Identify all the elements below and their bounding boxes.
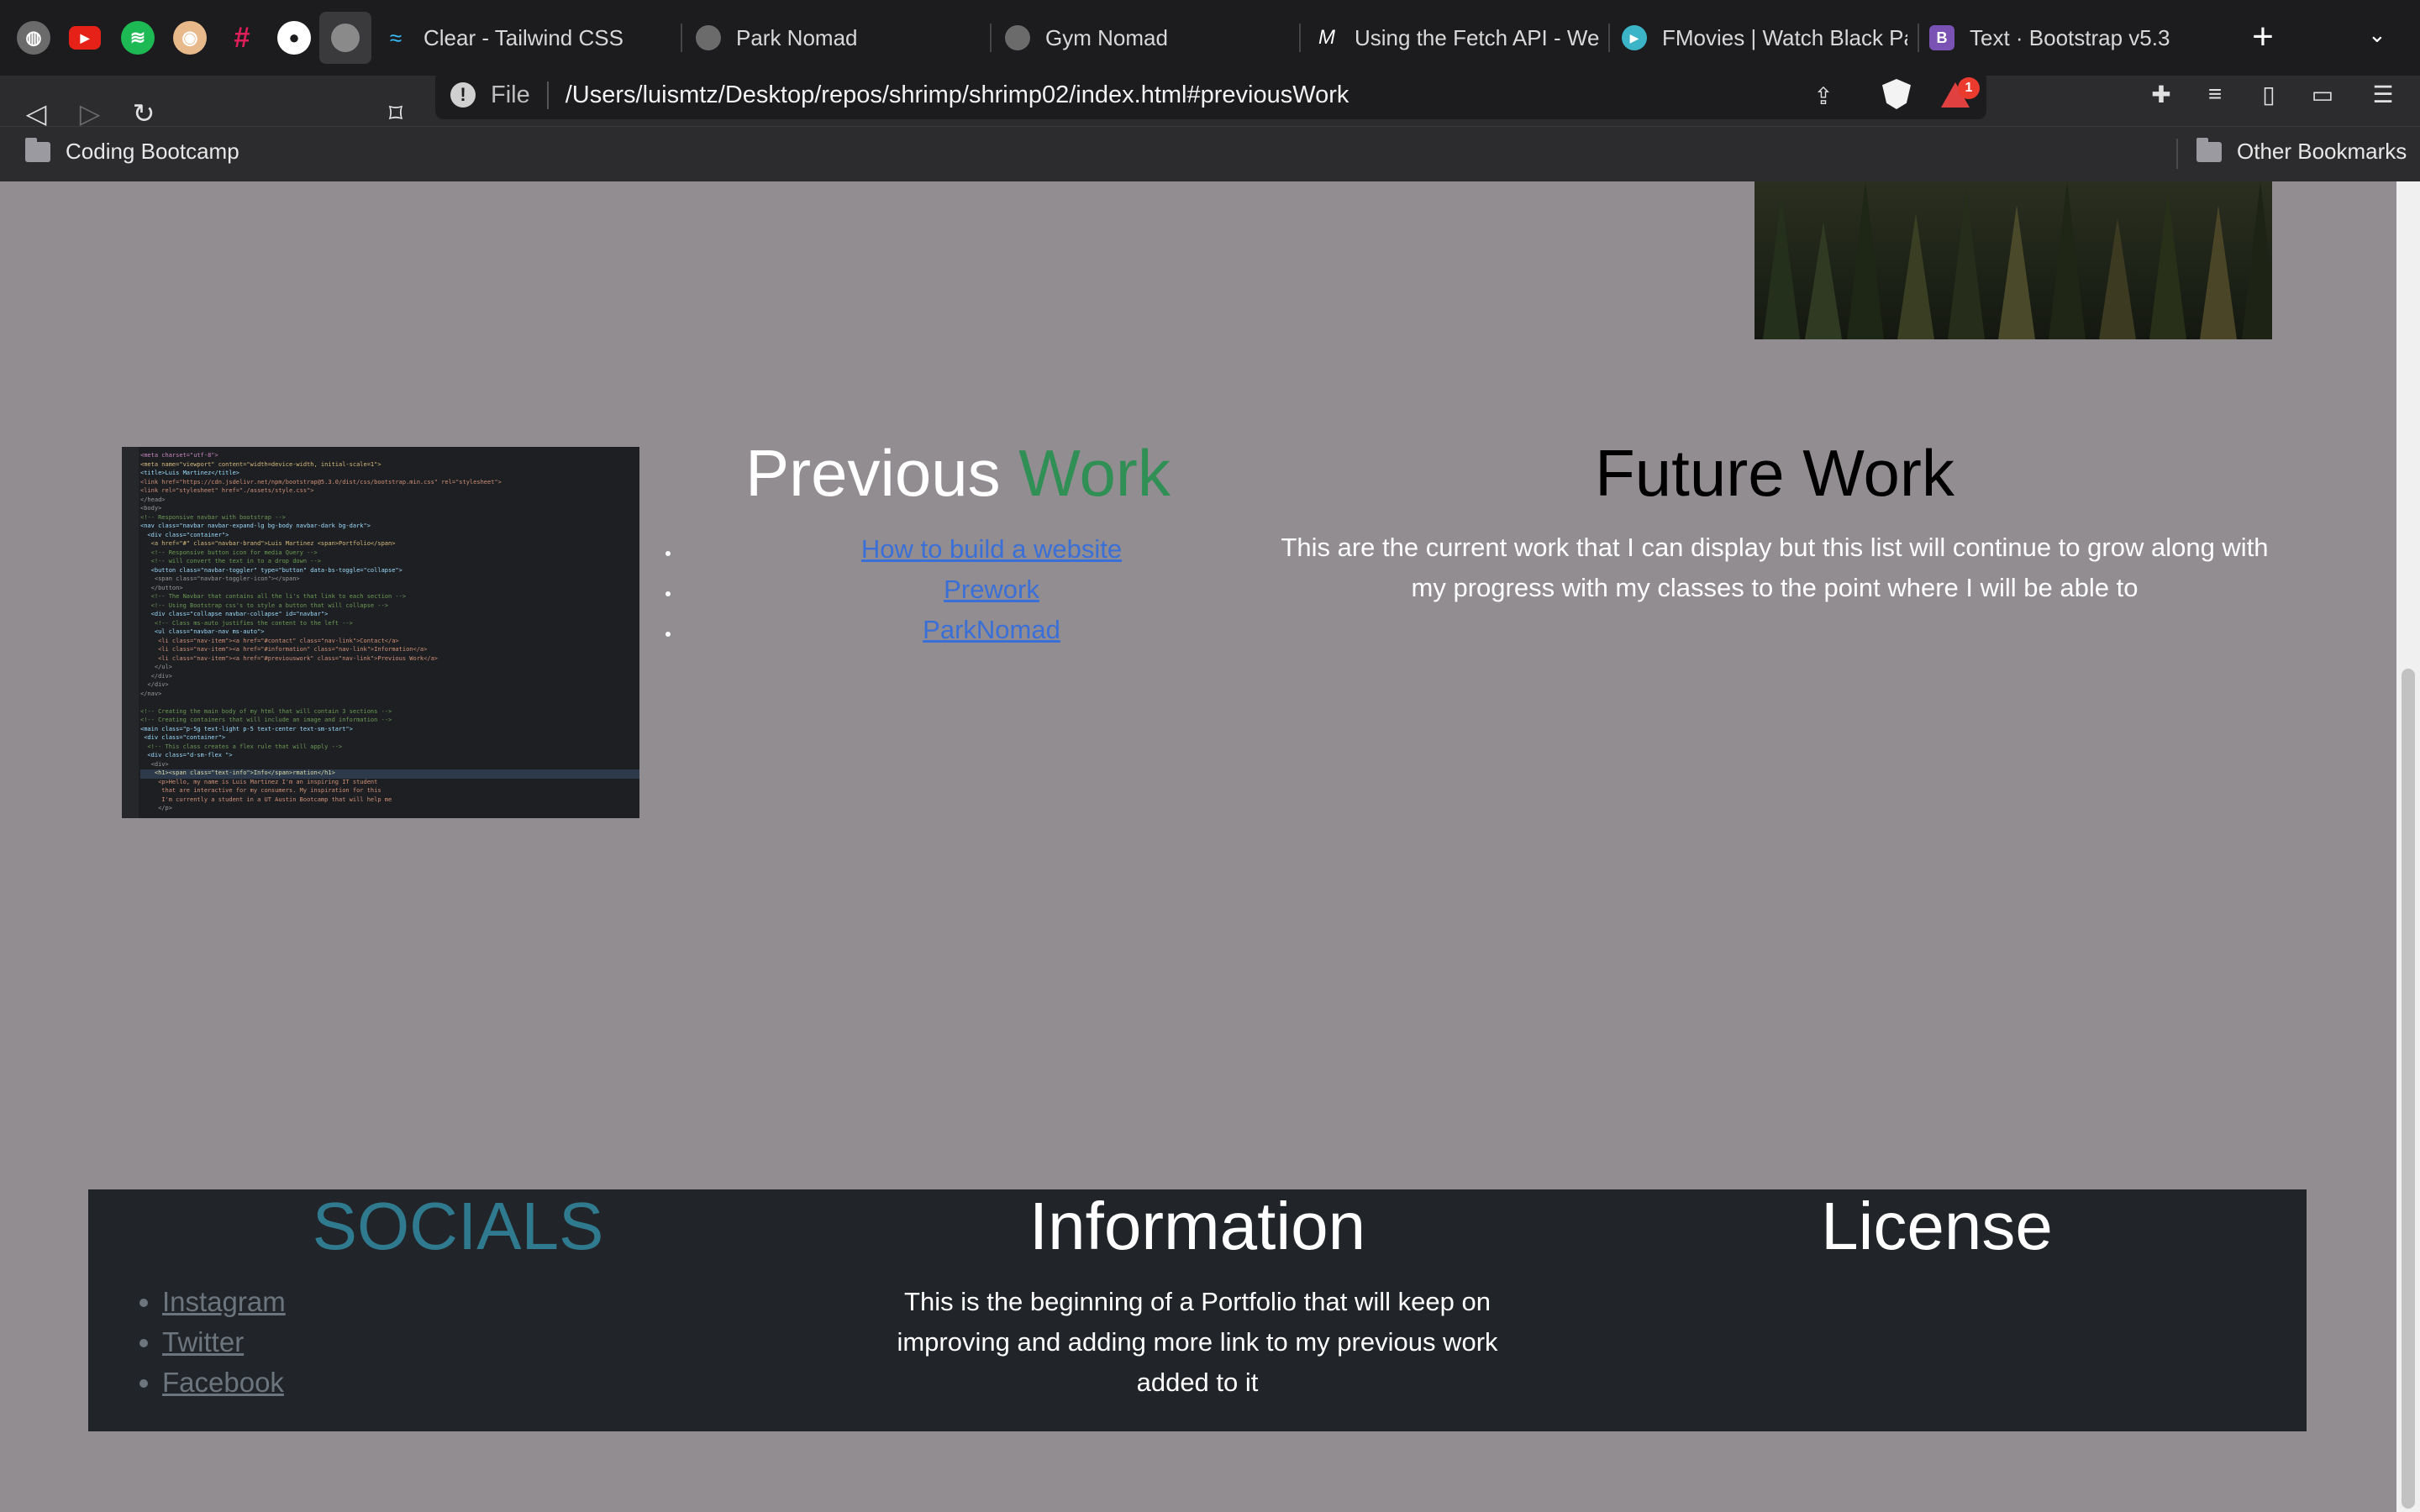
forest-image	[1754, 181, 2272, 339]
url-scheme: File	[491, 81, 549, 109]
folder-icon	[2196, 137, 2222, 162]
url-text[interactable]: /Users/luismtz/Desktop/repos/shrimp/shri…	[566, 81, 1349, 109]
tab-bootstrap[interactable]: B Text · Bootstrap v5.3	[1929, 10, 2215, 66]
globe-icon	[696, 25, 721, 50]
scrollbar-thumb[interactable]	[2402, 669, 2415, 1509]
future-work-heading: Future Work	[1595, 436, 1954, 510]
future-work-text: This are the current work that I can dis…	[1281, 533, 2269, 602]
address-bar[interactable]: ! File /Users/luismtz/Desktop/repos/shri…	[435, 71, 1986, 119]
information-heading: Information	[1028, 1189, 1366, 1263]
code-screenshot-image: <meta charset="utf-8"> <meta name="viewp…	[122, 447, 639, 818]
tab-bar: ◍ ▶ ≋ ◉ # ● ≈ Clear - Tailwind CSS Park …	[0, 0, 2420, 76]
slack-icon[interactable]: #	[225, 21, 259, 55]
link-facebook[interactable]: Facebook	[162, 1367, 284, 1398]
tab-divider	[1299, 24, 1301, 52]
globe-icon[interactable]	[319, 12, 371, 64]
tab-divider	[681, 24, 682, 52]
new-tab-button[interactable]: +	[2242, 17, 2284, 59]
youtube-icon[interactable]: ▶	[69, 26, 101, 50]
bootstrap-icon: B	[1929, 25, 1954, 50]
bookmarks-bar: Coding Bootcamp Other Bookmarks	[0, 126, 2420, 181]
chevron-down-icon[interactable]: ⌄	[2368, 22, 2386, 48]
tab-fmovies[interactable]: ▶ FMovies | Watch Black Par	[1622, 10, 1907, 66]
link-parknomad[interactable]: ParkNomad	[923, 615, 1060, 644]
folder-icon	[25, 137, 50, 162]
bookmark-folder-other[interactable]: Other Bookmarks	[2196, 137, 2407, 165]
tab-divider	[990, 24, 992, 52]
link-how-to-build-website[interactable]: How to build a website	[861, 534, 1122, 564]
mdn-icon: M	[1318, 26, 1335, 49]
list-item: Prework	[681, 570, 1302, 610]
sidebar-icon[interactable]: ▯	[2252, 77, 2286, 111]
globe-icon	[1005, 25, 1030, 50]
bookmark-folder-coding-bootcamp[interactable]: Coding Bootcamp	[25, 137, 239, 165]
link-instagram[interactable]: Instagram	[162, 1286, 286, 1317]
play-icon: ▶	[1622, 25, 1647, 50]
tab-gym-nomad[interactable]: Gym Nomad	[1005, 10, 1291, 66]
list-item: Instagram	[162, 1282, 286, 1322]
share-icon[interactable]: ⇪	[1807, 79, 1840, 113]
globe-icon[interactable]: ◍	[17, 21, 50, 55]
chrome-web-icon[interactable]: ◉	[173, 21, 207, 55]
tab-park-nomad[interactable]: Park Nomad	[696, 10, 981, 66]
info-icon[interactable]: !	[450, 82, 476, 108]
information-text: This is the beginning of a Portfolio tha…	[897, 1287, 1498, 1397]
license-heading: License	[1821, 1189, 2053, 1263]
list-item: How to build a website	[681, 529, 1302, 570]
list-item: Twitter	[162, 1322, 286, 1362]
tab-tailwind[interactable]: ≈ Clear - Tailwind CSS	[383, 10, 635, 66]
link-prework[interactable]: Prework	[944, 575, 1039, 604]
page-content: <meta charset="utf-8"> <meta name="viewp…	[0, 181, 2420, 1512]
extensions-icon[interactable]: ✚	[2144, 77, 2178, 111]
previous-work-heading-accent: Work	[1018, 436, 1171, 510]
playlist-icon[interactable]: ≡	[2198, 77, 2232, 111]
list-item: Facebook	[162, 1362, 286, 1403]
socials-heading: SOCIALS	[312, 1189, 604, 1263]
previous-work-list: How to build a website Prework ParkNomad	[681, 529, 1302, 650]
link-twitter[interactable]: Twitter	[162, 1326, 244, 1357]
socials-list: Instagram Twitter Facebook	[162, 1282, 286, 1403]
tab-fetch-api[interactable]: M Using the Fetch API - Web	[1314, 10, 1600, 66]
menu-icon[interactable]: ☰	[2366, 77, 2400, 111]
github-icon[interactable]: ●	[277, 21, 311, 55]
spotify-icon[interactable]: ≋	[121, 21, 155, 55]
scrollbar[interactable]	[2396, 181, 2420, 1512]
tab-divider	[1608, 24, 1610, 52]
footer: SOCIALS Instagram Twitter Facebook Infor…	[88, 1189, 2307, 1431]
tailwind-icon: ≈	[389, 24, 402, 50]
list-item: ParkNomad	[681, 610, 1302, 650]
tab-divider	[1918, 24, 1919, 52]
wallet-icon[interactable]: ▭	[2306, 77, 2339, 111]
previous-work-heading: Previous Work	[745, 436, 1171, 510]
bookmarks-divider	[2176, 139, 2178, 169]
rewards-badge: 1	[1958, 77, 1980, 99]
